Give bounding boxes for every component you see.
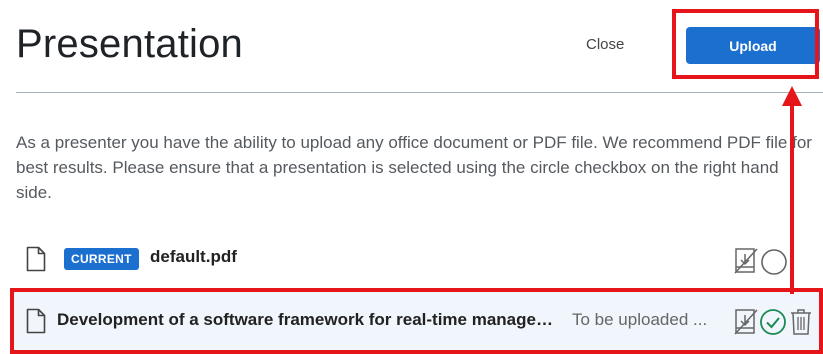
annotation-arrow-icon: [782, 86, 802, 294]
close-button[interactable]: Close: [586, 36, 624, 53]
header-divider: [16, 92, 823, 93]
pending-row-highlight-box: [10, 288, 823, 354]
upload-instructions: As a presenter you have the ability to u…: [16, 133, 812, 202]
upload-highlight-box: [672, 9, 819, 79]
file-name: default.pdf: [150, 247, 237, 266]
file-row-current: CURRENT default.pdf: [0, 240, 823, 280]
presentation-modal: Presentation Close Upload As a presenter…: [0, 0, 823, 354]
current-badge: CURRENT: [64, 248, 139, 270]
file-icon: [26, 246, 46, 272]
no-download-icon[interactable]: [733, 247, 759, 275]
page-title: Presentation: [16, 22, 243, 66]
